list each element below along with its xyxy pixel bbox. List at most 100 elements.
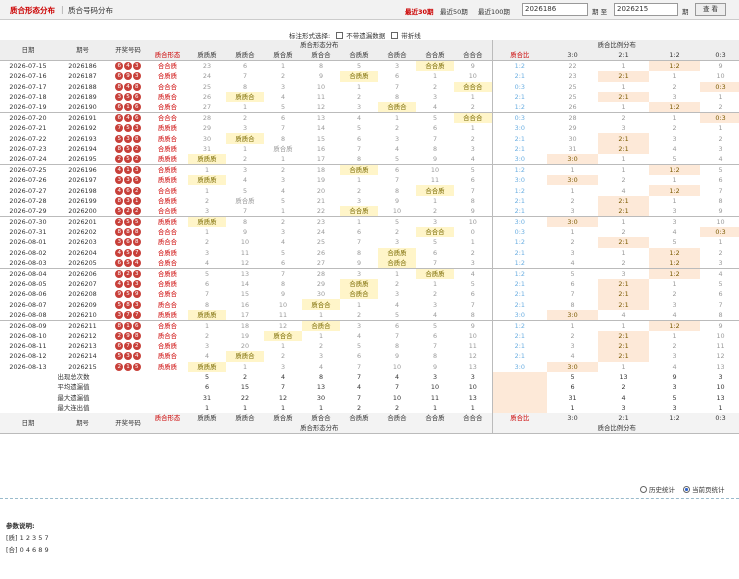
header-form-6: 合合质 <box>416 50 454 61</box>
draw-ball: 6 <box>132 321 141 330</box>
end-issue-input[interactable]: 2026215 <box>614 3 678 16</box>
table-row: 2026-08-05 2026207 4 1 3 合质质 6 14 8 29 合质质 2 1 5 2:1 6 2… <box>0 278 739 290</box>
stat-ratio-value: 3 <box>672 383 677 392</box>
ratio-count-cell: 2:1 <box>598 351 650 362</box>
ratio-count-cell: 2:1 <box>598 71 650 82</box>
stat-ratio-value: 3 <box>621 403 626 412</box>
ratio-count-cell: 2:1 <box>598 133 650 144</box>
form-cell: 质质合 <box>157 93 178 102</box>
table-row: 2026-07-19 2026190 6 1 6 合质合 27 1 5 12 3 合质合 4 2 1:2 26… <box>0 102 739 113</box>
start-issue-input[interactable]: 2026186 <box>522 3 588 16</box>
ratio-count-cell: 3 <box>672 93 677 102</box>
draw-ball: 6 <box>115 114 124 123</box>
stat-blank <box>147 403 188 413</box>
form-count-cell: 27 <box>202 103 212 112</box>
issue-cell: 2026201 <box>56 215 109 227</box>
ratio-count-cell: 0:3 <box>700 81 739 92</box>
form-count-cell: 6 <box>432 124 438 133</box>
form-count-cell: 3 <box>470 258 475 267</box>
history-stat-label: 历史统计 <box>649 486 675 494</box>
form-cell: 合质合 <box>157 103 178 112</box>
quick-recent-100[interactable]: 最近100期 <box>478 6 510 16</box>
polyline-checkbox[interactable] <box>391 32 399 39</box>
ratio-count-cell: 12 <box>716 352 725 361</box>
ratio-count-cell: 6 <box>718 290 723 299</box>
form-cell: 合合质 <box>157 206 178 215</box>
table-row: 2026-07-30 2026201 2 5 5 质质质 质质质 8 2 23 1 5 3 10 3:0 3:… <box>0 215 739 227</box>
draw-balls: 888 <box>109 227 147 237</box>
form-count-cell: 质合质 <box>273 144 293 153</box>
form-count-cell: 12 <box>240 258 250 267</box>
form-cell: 合质质 <box>147 164 188 176</box>
ratio-cell: 2:1 <box>491 71 548 82</box>
form-count-cell: 6 <box>226 60 264 72</box>
history-stat-radio[interactable] <box>640 486 647 493</box>
ratio-count-cell: 2:1 <box>598 330 650 342</box>
stat-ratio-blank <box>491 402 548 414</box>
form-count-cell: 3 <box>432 300 438 309</box>
ratio-cell: 3:0 <box>491 361 548 372</box>
form-count-cell: 4 <box>470 155 475 164</box>
draw-ball: 5 <box>115 206 124 215</box>
draw-balls: 816 <box>109 319 147 331</box>
draw-ball: 4 <box>115 280 124 288</box>
draw-ball: 9 <box>124 331 132 340</box>
ratio-count-cell: 5 <box>672 155 677 164</box>
ratio-cell: 2:1 <box>491 289 548 300</box>
form-count-cell: 25 <box>202 82 212 91</box>
draw-ball: 5 <box>115 300 124 309</box>
tab-number-distribution[interactable]: 质合号码分布 <box>68 5 113 16</box>
ratio-count-cell: 3 <box>718 144 723 153</box>
table-row: 2026-07-16 2026187 6 9 3 合质质 24 7 2 9 合质质 6 1 10 2:1 23… <box>0 71 739 82</box>
current-page-stat-radio[interactable] <box>683 486 690 493</box>
issue-cell: 2026191 <box>56 112 109 124</box>
ratio-count-cell: 1 <box>672 72 677 81</box>
query-button[interactable]: 查 看 <box>695 3 726 16</box>
form-count-cell: 4 <box>318 362 324 371</box>
form-count-cell: 1 <box>378 267 416 279</box>
form-count-cell: 7 <box>356 362 362 371</box>
quick-recent-50[interactable]: 最近50期 <box>440 6 468 16</box>
table-row: 2026-07-25 2026196 4 1 3 合质质 1 3 2 18 合质质 6 10 5 1:2 1 1… <box>0 164 739 176</box>
ratio-count-cell: 8 <box>718 196 723 205</box>
stat-form-value: 10 <box>468 383 477 392</box>
form-count-cell: 4 <box>204 258 210 267</box>
draw-ball: 4 <box>132 258 141 267</box>
table-row: 2026-08-01 2026203 3 6 8 质合合 2 10 4 25 7 3 5 1 1:2 2 2:1… <box>0 237 739 248</box>
tab-form-distribution[interactable]: 质合形态分布 <box>10 5 55 16</box>
form-count-cell: 14 <box>316 124 326 133</box>
ratio-cell: 0:3 <box>491 112 548 124</box>
form-cell: 质合合 <box>157 300 178 309</box>
stat-form-value: 6 <box>204 383 210 392</box>
ratio-cell: 2:1 <box>491 341 548 352</box>
issue-cell: 2026188 <box>68 82 97 91</box>
form-count-cell: 8 <box>280 134 286 143</box>
draw-ball: 3 <box>132 166 141 175</box>
draw-ball: 2 <box>132 155 141 164</box>
ratio-count-cell: 1:2 <box>649 247 701 258</box>
form-count-cell: 6 <box>356 352 362 361</box>
form-count-cell: 8 <box>242 82 248 91</box>
ratio-cell: 2:1 <box>491 330 548 342</box>
draw-balls: 413 <box>109 279 147 289</box>
ratio-count-cell: 6 <box>718 176 723 185</box>
ratio-count-cell: 1:2 <box>649 257 701 269</box>
table-row: 2026-07-18 2026189 3 5 6 质质合 26 质质合 4 11 2 8 3 1 2:1 25… <box>0 91 739 103</box>
table-row: 2026-08-02 2026204 4 5 7 合质质 3 11 5 26 8 合质质 6 2 2:1 3 1… <box>0 247 739 258</box>
form-count-cell: 18 <box>302 164 340 176</box>
no-miss-data-checkbox[interactable] <box>336 32 344 39</box>
stat-form-value: 13 <box>316 383 326 392</box>
form-count-cell: 2 <box>356 310 362 319</box>
form-count-cell: 7 <box>470 300 475 309</box>
form-cell: 质质质 <box>157 155 178 164</box>
ratio-count-cell: 2 <box>672 342 677 351</box>
form-count-cell: 合质合 <box>340 289 378 300</box>
draw-ball: 3 <box>132 280 141 288</box>
form-count-cell: 质质质 <box>188 309 226 321</box>
form-cell: 合质质 <box>157 342 178 351</box>
footer-form-0: 质质质 <box>188 413 226 424</box>
stat-form-value: 2 <box>356 403 362 412</box>
table-row: 2026-07-20 2026191 6 4 6 合合合 28 2 6 13 4 1 5 合合合 0:3 28… <box>0 112 739 124</box>
form-count-cell: 3 <box>432 93 438 102</box>
quick-recent-30[interactable]: 最近30期 <box>405 6 434 16</box>
